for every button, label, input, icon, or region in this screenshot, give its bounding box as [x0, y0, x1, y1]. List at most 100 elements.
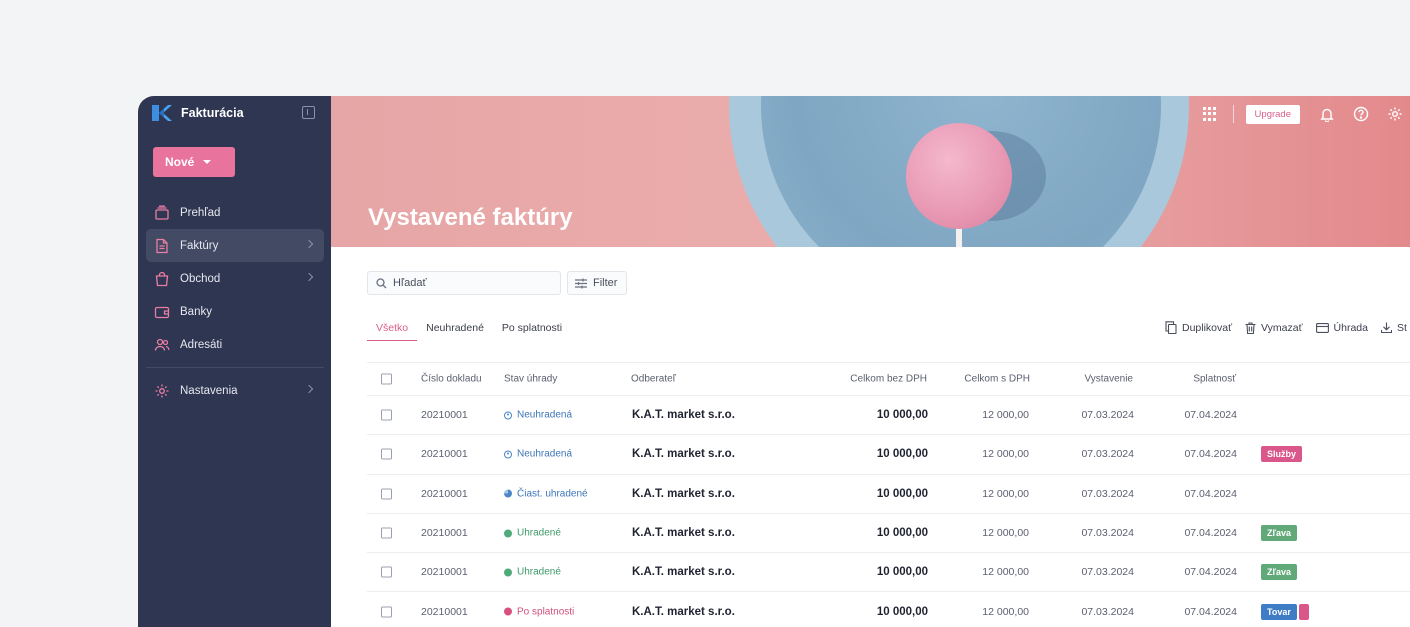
search-input[interactable]: [393, 277, 543, 289]
sidebar-item-nastavenia[interactable]: Nastavenia: [146, 374, 324, 407]
sliders-icon: [575, 278, 587, 288]
column-header[interactable]: Celkom s DPH: [964, 373, 1030, 384]
sidebar-item-label: Adresáti: [180, 338, 223, 351]
settings-icon[interactable]: [1386, 105, 1404, 123]
tag-badge[interactable]: Zľava: [1261, 525, 1297, 542]
row-checkbox[interactable]: [381, 488, 392, 500]
tab-neuhradene[interactable]: Neuhradené: [417, 320, 493, 341]
issue-date: 07.03.2024: [1081, 409, 1134, 422]
total-without-vat: 10 000,00: [876, 527, 928, 540]
total-without-vat: 10 000,00: [876, 566, 928, 579]
status-text: Neuhradená: [517, 448, 573, 460]
tab-vsetko[interactable]: Všetko: [367, 320, 418, 341]
row-checkbox[interactable]: [381, 448, 392, 460]
invoice-number: 20210001: [421, 409, 468, 422]
issue-date: 07.03.2024: [1081, 527, 1134, 540]
table-row[interactable]: 20210001 Neuhradená K.A.T. market s.r.o.…: [367, 435, 1410, 475]
total-with-vat: 12 000,00: [982, 409, 1029, 422]
invoice-number: 20210001: [421, 566, 468, 579]
column-header[interactable]: Vystavenie: [1084, 373, 1133, 384]
download-button[interactable]: St: [1380, 322, 1407, 334]
delete-button[interactable]: Vymazať: [1245, 321, 1303, 334]
due-date: 07.04.2024: [1184, 605, 1237, 618]
total-without-vat: 10 000,00: [876, 487, 928, 500]
wallet-icon: [154, 304, 170, 320]
row-checkbox[interactable]: [381, 566, 392, 578]
status-paid-icon: [504, 568, 512, 577]
status-text: Uhradené: [517, 527, 561, 539]
row-checkbox[interactable]: [381, 527, 392, 539]
search-box[interactable]: [367, 271, 561, 295]
tag-badge[interactable]: Zľava: [1261, 564, 1297, 581]
column-header[interactable]: Číslo dokladu: [421, 373, 482, 384]
apps-grid-icon[interactable]: [1202, 107, 1217, 121]
table-row[interactable]: 20210001 Uhradené K.A.T. market s.r.o. 1…: [367, 514, 1410, 554]
sidebar-nav: Prehľad Faktúry Obchod Banky Adresáti Na…: [146, 196, 324, 407]
row-checkbox[interactable]: [381, 606, 392, 618]
duplicate-button[interactable]: Duplikovať: [1165, 321, 1232, 334]
sidebar-item-banky[interactable]: Banky: [146, 295, 324, 328]
row-checkbox[interactable]: [381, 409, 392, 421]
payment-label: Úhrada: [1333, 321, 1368, 334]
status-text: Čiast. uhradené: [517, 488, 588, 500]
tag-cell: Zľava: [1261, 564, 1297, 581]
chevron-right-icon: [304, 384, 314, 394]
status-open-icon: [504, 411, 512, 420]
status-badge: Po splatnosti: [504, 606, 574, 617]
invoices-table: Číslo dokladu Stav úhrady Odberateľ Celk…: [367, 362, 1410, 627]
status-paid-icon: [504, 529, 512, 538]
total-without-vat: 10 000,00: [876, 409, 928, 422]
more-tags-indicator[interactable]: [1298, 603, 1309, 620]
due-date: 07.04.2024: [1184, 527, 1237, 540]
archive-icon: [154, 205, 170, 221]
select-all-checkbox[interactable]: [381, 373, 392, 384]
client-name: K.A.T. market s.r.o.: [632, 487, 735, 500]
table-row[interactable]: 20210001 Čiast. uhradené K.A.T. market s…: [367, 475, 1410, 514]
new-button-label: Nové: [165, 155, 195, 169]
sidebar-item-label: Faktúry: [180, 239, 219, 252]
client-name: K.A.T. market s.r.o.: [632, 409, 735, 422]
tag-cell: Služby: [1261, 446, 1303, 463]
tab-po-splatnosti[interactable]: Po splatnosti: [493, 320, 571, 341]
table-row[interactable]: 20210001 Neuhradená K.A.T. market s.r.o.…: [367, 396, 1410, 436]
client-name: K.A.T. market s.r.o.: [632, 448, 735, 461]
column-header[interactable]: Splatnosť: [1193, 373, 1236, 384]
sidebar-item-label: Prehľad: [180, 206, 221, 219]
status-partial-icon: [504, 489, 512, 498]
issue-date: 07.03.2024: [1081, 566, 1134, 579]
total-with-vat: 12 000,00: [982, 527, 1029, 540]
column-header[interactable]: Odberateľ: [631, 373, 676, 384]
invoice-number: 20210001: [421, 527, 468, 540]
total-with-vat: 12 000,00: [982, 566, 1029, 579]
help-icon[interactable]: [1352, 105, 1370, 123]
due-date: 07.04.2024: [1184, 448, 1237, 461]
sidebar-collapse-icon[interactable]: [302, 106, 315, 119]
sidebar-item-faktury[interactable]: Faktúry: [146, 229, 324, 262]
payment-button[interactable]: Úhrada: [1315, 321, 1368, 334]
filter-label: Filter: [593, 277, 618, 289]
sidebar-item-adresati[interactable]: Adresáti: [146, 328, 324, 361]
brand[interactable]: Fakturácia: [152, 104, 244, 122]
duplicate-label: Duplikovať: [1182, 321, 1233, 334]
tag-badge[interactable]: Služby: [1261, 446, 1303, 463]
tag-badge[interactable]: Tovar: [1261, 603, 1297, 620]
sidebar-item-label: Nastavenia: [180, 384, 238, 397]
due-date: 07.04.2024: [1184, 409, 1237, 422]
delete-label: Vymazať: [1261, 321, 1303, 334]
table-row[interactable]: 20210001 Uhradené K.A.T. market s.r.o. 1…: [367, 553, 1410, 593]
filter-button[interactable]: Filter: [567, 271, 627, 295]
status-text: Po splatnosti: [517, 606, 575, 618]
table-row[interactable]: 20210001 Po splatnosti K.A.T. market s.r…: [367, 592, 1410, 627]
upgrade-button[interactable]: Upgrade: [1245, 104, 1300, 124]
toolbar-divider: [1232, 105, 1234, 123]
bell-icon[interactable]: [1318, 105, 1336, 123]
total-with-vat: 12 000,00: [982, 448, 1029, 461]
sidebar-item-obchod[interactable]: Obchod: [146, 262, 324, 295]
new-button[interactable]: Nové: [153, 147, 235, 177]
column-header[interactable]: Stav úhrady: [504, 373, 557, 384]
gear-icon: [154, 383, 170, 399]
sidebar-item-prehlad[interactable]: Prehľad: [146, 196, 324, 229]
column-header[interactable]: Celkom bez DPH: [850, 373, 927, 384]
lollipop-image: [906, 123, 1012, 229]
total-with-vat: 12 000,00: [982, 605, 1029, 618]
